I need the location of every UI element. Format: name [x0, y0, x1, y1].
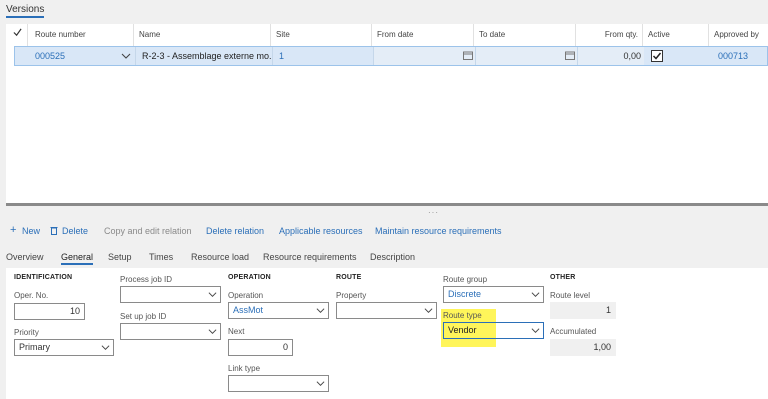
next-label: Next — [228, 327, 245, 336]
column-header-site[interactable]: Site — [271, 24, 372, 46]
site-cell[interactable]: 1 — [275, 47, 371, 65]
operation-label: Operation — [228, 291, 264, 300]
chevron-down-icon[interactable] — [121, 51, 131, 63]
setup-job-label: Set up job ID — [120, 312, 167, 321]
plus-icon[interactable]: + — [10, 224, 16, 236]
name-cell[interactable]: R-2-3 - Assemblage externe mo... — [138, 47, 272, 65]
process-job-select[interactable] — [120, 286, 221, 303]
chevron-down-icon[interactable] — [531, 326, 540, 335]
new-button[interactable]: New — [22, 226, 40, 236]
other-header: OTHER — [550, 274, 576, 281]
tab-resource-load[interactable]: Resource load — [191, 252, 249, 262]
route-header: ROUTE — [336, 274, 362, 281]
tab-setup[interactable]: Setup — [108, 252, 132, 262]
route-group-select[interactable]: Discrete — [443, 286, 544, 303]
horizontal-scrollbar[interactable] — [6, 203, 768, 206]
operation-select[interactable]: AssMot — [228, 302, 329, 319]
setup-job-select[interactable] — [120, 323, 221, 340]
tab-versions[interactable]: Versions — [6, 4, 45, 18]
from-date-value — [376, 47, 456, 65]
maintain-resource-requirements-button[interactable]: Maintain resource requirements — [375, 226, 502, 236]
chevron-down-icon[interactable] — [316, 306, 325, 315]
accumulated-label: Accumulated — [550, 327, 597, 336]
tab-times[interactable]: Times — [149, 252, 173, 262]
identification-header: IDENTIFICATION — [14, 274, 73, 281]
oper-no-label: Oper. No. — [14, 291, 49, 300]
to-date-value — [478, 47, 558, 65]
approved-by-cell[interactable]: 000713 — [714, 47, 768, 65]
calendar-icon[interactable] — [463, 51, 473, 62]
operation-header: OPERATION — [228, 274, 271, 281]
operation-value: AssMot — [233, 305, 264, 315]
versions-grid: Route number Name Site From date To date… — [6, 24, 768, 204]
column-header-name[interactable]: Name — [134, 24, 271, 46]
column-header-active[interactable]: Active — [643, 24, 709, 46]
copy-edit-relation-button[interactable]: Copy and edit relation — [104, 226, 192, 236]
link-type-label: Link type — [228, 364, 261, 373]
from-date-cell[interactable] — [373, 47, 475, 65]
tab-resource-requirements[interactable]: Resource requirements — [263, 252, 357, 262]
chevron-down-icon[interactable] — [531, 290, 540, 299]
delete-button[interactable]: Delete — [62, 226, 88, 236]
from-qty-value: 0,00 — [623, 51, 641, 61]
select-all-check-icon[interactable] — [6, 24, 28, 46]
calendar-icon[interactable] — [565, 51, 575, 62]
oper-no-field[interactable]: 10 — [14, 303, 85, 320]
accumulated-field: 1,00 — [550, 339, 616, 356]
property-label: Property — [336, 291, 367, 300]
delete-relation-button[interactable]: Delete relation — [206, 226, 264, 236]
site-cell-box: 1 — [272, 47, 373, 65]
column-header-from-date[interactable]: From date — [372, 24, 474, 46]
route-level-field: 1 — [550, 302, 616, 319]
column-header-from-qty[interactable]: From qty. — [576, 24, 643, 46]
route-group-value: Discrete — [448, 289, 482, 299]
from-qty-cell[interactable]: 0,00 — [577, 47, 644, 65]
column-header-to-date[interactable]: To date — [474, 24, 576, 46]
column-header-route-number[interactable]: Route number — [30, 24, 134, 46]
trash-icon[interactable] — [50, 226, 58, 237]
chevron-down-icon[interactable] — [424, 306, 433, 315]
next-field[interactable]: 0 — [228, 339, 293, 356]
process-job-label: Process job ID — [120, 275, 173, 284]
table-row[interactable]: 000525 R-2-3 - Assemblage externe mo... … — [14, 46, 768, 66]
general-form: IDENTIFICATION Oper. No. 10 Priority Pri… — [6, 268, 768, 399]
chevron-down-icon[interactable] — [208, 290, 217, 299]
name-cell-box: R-2-3 - Assemblage externe mo... — [135, 47, 272, 65]
applicable-resources-button[interactable]: Applicable resources — [279, 226, 363, 236]
link-type-select[interactable] — [228, 375, 329, 392]
tab-description[interactable]: Description — [370, 252, 415, 262]
chevron-down-icon[interactable] — [101, 343, 110, 352]
to-date-cell[interactable] — [475, 47, 577, 65]
priority-label: Priority — [14, 328, 39, 337]
route-type-label: Route type — [443, 311, 482, 320]
route-level-label: Route level — [550, 291, 591, 300]
tab-overview[interactable]: Overview — [6, 252, 44, 262]
column-header-approved-by[interactable]: Approved by — [709, 24, 768, 46]
priority-select[interactable]: Primary — [14, 339, 114, 356]
route-type-value: Vendor — [448, 325, 477, 335]
active-checkbox[interactable] — [651, 50, 663, 62]
priority-value: Primary — [19, 342, 50, 352]
route-type-select[interactable]: Vendor — [443, 322, 544, 339]
chevron-down-icon[interactable] — [208, 327, 217, 336]
tab-general[interactable]: General — [61, 252, 94, 265]
chevron-down-icon[interactable] — [316, 379, 325, 388]
property-select[interactable] — [336, 302, 437, 319]
route-group-label: Route group — [443, 275, 488, 284]
splitter-grip-icon[interactable]: ··· — [428, 208, 439, 217]
route-number-cell[interactable]: 000525 — [31, 47, 111, 65]
